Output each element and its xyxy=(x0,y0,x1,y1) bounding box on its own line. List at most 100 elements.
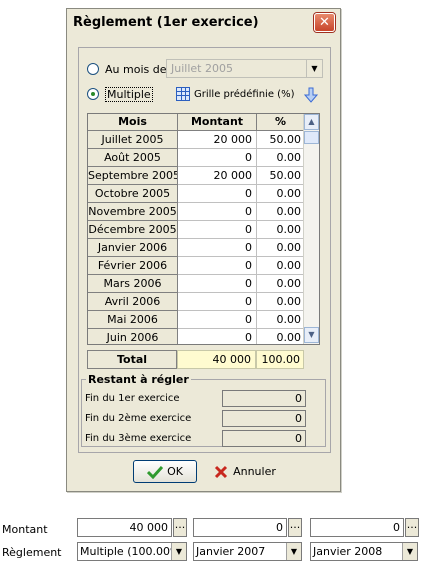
amount-cell[interactable]: 0 xyxy=(178,257,257,275)
total-row: Total 40 000 100.00 xyxy=(87,350,304,369)
cancel-label: Annuler xyxy=(233,465,276,478)
radio-month-row[interactable]: Au mois de xyxy=(87,60,166,78)
amount-cell[interactable]: 0 xyxy=(178,275,257,293)
reglement-label: Règlement xyxy=(2,546,62,559)
scroll-down-icon[interactable]: ▼ xyxy=(304,327,319,343)
percent-cell[interactable]: 0.00 xyxy=(257,275,305,293)
restant-label-2: Fin du 2ème exercice xyxy=(85,413,192,424)
scroll-up-icon[interactable]: ▲ xyxy=(304,114,319,130)
amount-cell[interactable]: 0 xyxy=(178,149,257,167)
total-label: Total xyxy=(87,350,177,369)
table-row[interactable]: Janvier 2006 0 0.00 xyxy=(88,239,319,257)
reglement-select-3[interactable]: Janvier 2008 ▼ xyxy=(310,542,418,561)
monthly-grid[interactable]: Mois Montant % Juillet 2005 20 000 50.00 Ao… xyxy=(87,113,320,345)
radio-multiple-row[interactable]: Multiple xyxy=(87,85,153,103)
table-row[interactable]: Août 2005 0 0.00 xyxy=(88,149,319,167)
montant-field-2[interactable]: 0 xyxy=(193,518,287,537)
grid-header: Mois Montant % xyxy=(88,114,319,131)
header-mois[interactable]: Mois xyxy=(88,114,178,131)
table-row[interactable]: Octobre 2005 0 0.00 xyxy=(88,185,319,203)
grid-preset-button[interactable]: Grille prédéfinie (%) xyxy=(176,85,294,103)
close-icon: ✕ xyxy=(319,15,330,30)
percent-cell[interactable]: 50.00 xyxy=(257,131,305,149)
percent-cell[interactable]: 0.00 xyxy=(257,293,305,311)
percent-cell[interactable]: 0.00 xyxy=(257,239,305,257)
header-montant[interactable]: Montant xyxy=(178,114,257,131)
montant-dots-button-2[interactable]: ... xyxy=(288,518,302,537)
percent-cell[interactable]: 0.00 xyxy=(257,149,305,167)
percent-cell[interactable]: 0.00 xyxy=(257,329,305,344)
montant-field-1[interactable]: 40 000 xyxy=(77,518,172,537)
dialog-title: Règlement (1er exercice) xyxy=(73,15,259,30)
restant-value-2: 0 xyxy=(222,410,306,427)
reglement-select-1[interactable]: Multiple (100.00% ▼ xyxy=(77,542,187,561)
amount-cell[interactable]: 0 xyxy=(178,239,257,257)
reglement-select-2[interactable]: Janvier 2007 ▼ xyxy=(193,542,302,561)
chevron-down-icon: ▼ xyxy=(402,543,417,560)
month-cell: Mars 2006 xyxy=(88,275,178,293)
scroll-thumb[interactable] xyxy=(304,131,319,144)
amount-cell[interactable]: 0 xyxy=(178,311,257,329)
month-cell: Août 2005 xyxy=(88,149,178,167)
close-button[interactable]: ✕ xyxy=(314,13,335,32)
arrow-down-icon[interactable] xyxy=(304,87,318,103)
month-cell: Novembre 2005 xyxy=(88,203,178,221)
cancel-button[interactable]: Annuler xyxy=(212,460,278,483)
grid-scrollbar[interactable]: ▲ ▼ xyxy=(303,114,319,344)
ok-label: OK xyxy=(167,465,183,478)
grid-preset-label: Grille prédéfinie (%) xyxy=(194,88,295,100)
restant-label-1: Fin du 1er exercice xyxy=(85,393,180,404)
restant-label-3: Fin du 3ème exercice xyxy=(85,433,192,444)
grid-rows: Juillet 2005 20 000 50.00 Août 2005 0 0.00 Sep… xyxy=(88,131,319,344)
percent-cell[interactable]: 0.00 xyxy=(257,221,305,239)
radio-multiple-label: Multiple xyxy=(105,86,153,102)
table-row[interactable]: Mai 2006 0 0.00 xyxy=(88,311,319,329)
amount-cell[interactable]: 20 000 xyxy=(178,167,257,185)
montant-field-3[interactable]: 0 xyxy=(310,518,404,537)
header-pct[interactable]: % xyxy=(257,114,305,131)
percent-cell[interactable]: 50.00 xyxy=(257,167,305,185)
amount-cell[interactable]: 20 000 xyxy=(178,131,257,149)
month-cell: Février 2006 xyxy=(88,257,178,275)
chevron-down-icon: ▼ xyxy=(286,543,301,560)
total-montant: 40 000 xyxy=(177,350,256,369)
amount-cell[interactable]: 0 xyxy=(178,185,257,203)
montant-dots-button-3[interactable]: ... xyxy=(405,518,419,537)
table-row[interactable]: Septembre 2005 20 000 50.00 xyxy=(88,167,319,185)
table-row[interactable]: Juillet 2005 20 000 50.00 xyxy=(88,131,319,149)
month-cell: Janvier 2006 xyxy=(88,239,178,257)
table-row[interactable]: Novembre 2005 0 0.00 xyxy=(88,203,319,221)
month-cell: Juin 2006 xyxy=(88,329,178,344)
month-cell: Octobre 2005 xyxy=(88,185,178,203)
total-pct: 100.00 xyxy=(256,350,304,369)
restant-value-1: 0 xyxy=(222,390,306,407)
restant-value-3: 0 xyxy=(222,430,306,447)
table-row[interactable]: Février 2006 0 0.00 xyxy=(88,257,319,275)
table-row[interactable]: Avril 2006 0 0.00 xyxy=(88,293,319,311)
month-select-value: Juillet 2005 xyxy=(171,62,233,75)
ok-button[interactable]: OK xyxy=(133,460,197,483)
percent-cell[interactable]: 0.00 xyxy=(257,311,305,329)
chevron-down-icon: ▼ xyxy=(306,60,322,77)
radio-month-label: Au mois de xyxy=(105,62,167,76)
table-row[interactable]: Mars 2006 0 0.00 xyxy=(88,275,319,293)
close-x-icon xyxy=(215,465,228,478)
radio-multiple[interactable] xyxy=(87,88,99,100)
percent-cell[interactable]: 0.00 xyxy=(257,185,305,203)
table-row[interactable]: Juin 2006 0 0.00 xyxy=(88,329,319,344)
check-icon xyxy=(147,465,164,479)
reglement-dialog: Règlement (1er exercice) ✕ Au mois de Ju… xyxy=(66,8,341,492)
table-row[interactable]: Décembre 2005 0 0.00 xyxy=(88,221,319,239)
reglement-select-2-value: Janvier 2007 xyxy=(196,545,266,558)
radio-month[interactable] xyxy=(87,63,99,75)
reglement-select-1-value: Multiple (100.00% xyxy=(80,545,181,558)
chevron-down-icon: ▼ xyxy=(171,543,186,560)
percent-cell[interactable]: 0.00 xyxy=(257,257,305,275)
restant-title: Restant à régler xyxy=(88,373,189,386)
montant-dots-button-1[interactable]: ... xyxy=(173,518,187,537)
amount-cell[interactable]: 0 xyxy=(178,293,257,311)
amount-cell[interactable]: 0 xyxy=(178,221,257,239)
percent-cell[interactable]: 0.00 xyxy=(257,203,305,221)
amount-cell[interactable]: 0 xyxy=(178,329,257,344)
amount-cell[interactable]: 0 xyxy=(178,203,257,221)
